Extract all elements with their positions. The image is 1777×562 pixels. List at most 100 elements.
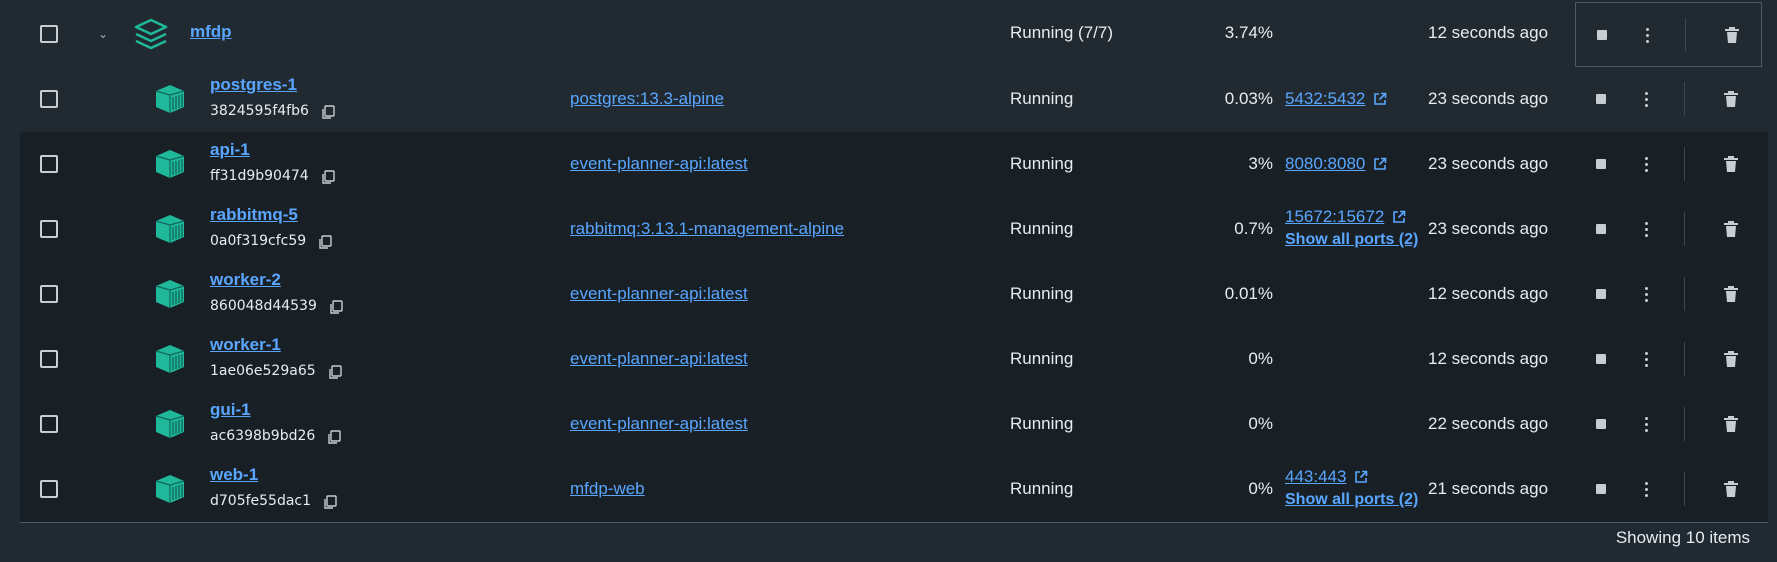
group-actions xyxy=(1575,2,1762,67)
containers-table: ⌄ mfdp Running (7/7) 3.74% 12 seconds ag… xyxy=(20,2,1768,523)
image-link[interactable]: event-planner-api:latest xyxy=(570,414,748,434)
container-status: Running xyxy=(1010,284,1074,303)
stop-icon[interactable] xyxy=(1596,94,1606,104)
row-select-checkbox[interactable] xyxy=(40,285,58,303)
show-all-ports-link[interactable]: Show all ports (2) xyxy=(1285,491,1418,509)
copy-icon[interactable] xyxy=(323,495,337,509)
row-actions xyxy=(1575,327,1762,392)
image-link[interactable]: mfdp-web xyxy=(570,479,645,499)
divider xyxy=(1685,18,1686,52)
image-link[interactable]: postgres:13.3-alpine xyxy=(570,89,724,109)
container-name-link[interactable]: worker-2 xyxy=(210,270,281,290)
container-name-link[interactable]: worker-1 xyxy=(210,335,281,355)
group-status: Running (7/7) xyxy=(1010,23,1114,42)
container-box-icon xyxy=(155,345,185,373)
stop-icon[interactable] xyxy=(1596,419,1606,429)
stop-icon[interactable] xyxy=(1596,289,1606,299)
container-row[interactable]: worker-1 1ae06e529a65 event-planner-api:la… xyxy=(20,327,1768,392)
container-name-link[interactable]: api-1 xyxy=(210,140,250,160)
stop-icon[interactable] xyxy=(1597,30,1607,40)
kebab-icon[interactable] xyxy=(1645,157,1649,173)
cpu-usage: 0% xyxy=(1248,479,1273,498)
image-link[interactable]: event-planner-api:latest xyxy=(570,284,748,304)
copy-icon[interactable] xyxy=(329,300,343,314)
container-box-icon xyxy=(155,85,185,113)
trash-icon[interactable] xyxy=(1724,481,1738,497)
external-link-icon[interactable] xyxy=(1354,470,1368,484)
row-select-checkbox[interactable] xyxy=(40,480,58,498)
kebab-icon[interactable] xyxy=(1645,417,1649,433)
container-row[interactable]: worker-2 860048d44539 event-planner-api:la… xyxy=(20,262,1768,327)
container-row[interactable]: postgres-1 3824595f4fb6 postgres:13.3-alpi… xyxy=(20,67,1768,132)
kebab-icon[interactable] xyxy=(1645,222,1649,238)
kebab-icon[interactable] xyxy=(1645,287,1649,303)
external-link-icon[interactable] xyxy=(1373,92,1387,106)
container-box-icon xyxy=(155,150,185,178)
container-status: Running xyxy=(1010,479,1074,498)
kebab-icon[interactable] xyxy=(1646,28,1650,44)
port-link[interactable]: 8080:8080 xyxy=(1285,154,1365,174)
trash-icon[interactable] xyxy=(1724,351,1738,367)
cpu-usage: 0% xyxy=(1248,349,1273,368)
divider xyxy=(1684,277,1685,311)
container-row[interactable]: web-1 d705fe55dac1 mfdp-web Running 0% 443:44… xyxy=(20,457,1768,522)
container-row[interactable]: rabbitmq-5 0a0f319cfc59 rabbitmq:3.13.1-ma… xyxy=(20,197,1768,262)
divider xyxy=(1684,472,1685,506)
trash-icon[interactable] xyxy=(1724,221,1738,237)
stop-icon[interactable] xyxy=(1596,224,1606,234)
stop-icon[interactable] xyxy=(1596,354,1606,364)
group-name[interactable]: mfdp xyxy=(190,22,232,42)
port-link[interactable]: 15672:15672 xyxy=(1285,207,1384,227)
group-row-mfdp[interactable]: ⌄ mfdp Running (7/7) 3.74% 12 seconds ag… xyxy=(20,2,1768,67)
row-select-checkbox[interactable] xyxy=(40,350,58,368)
container-id: 3824595f4fb6 xyxy=(210,103,309,119)
kebab-icon[interactable] xyxy=(1645,482,1649,498)
row-select-checkbox[interactable] xyxy=(40,155,58,173)
group-select-checkbox[interactable] xyxy=(40,25,58,43)
container-box-icon xyxy=(155,475,185,503)
container-row[interactable]: api-1 ff31d9b90474 event-planner-api:lates… xyxy=(20,132,1768,197)
kebab-icon[interactable] xyxy=(1645,92,1649,108)
container-box-icon xyxy=(155,410,185,438)
stop-icon[interactable] xyxy=(1596,159,1606,169)
copy-icon[interactable] xyxy=(321,170,335,184)
container-name-link[interactable]: web-1 xyxy=(210,465,258,485)
chevron-down-icon[interactable]: ⌄ xyxy=(96,27,110,41)
trash-icon[interactable] xyxy=(1724,156,1738,172)
last-started: 12 seconds ago xyxy=(1428,284,1549,303)
port-link[interactable]: 5432:5432 xyxy=(1285,89,1365,109)
copy-icon[interactable] xyxy=(328,365,342,379)
divider xyxy=(1684,407,1685,441)
container-status: Running xyxy=(1010,414,1074,433)
image-link[interactable]: event-planner-api:latest xyxy=(570,349,748,369)
last-started: 23 seconds ago xyxy=(1428,89,1549,108)
group-last-started: 12 seconds ago xyxy=(1428,23,1549,42)
external-link-icon[interactable] xyxy=(1392,210,1406,224)
copy-icon[interactable] xyxy=(321,105,335,119)
container-name-link[interactable]: gui-1 xyxy=(210,400,251,420)
container-name-link[interactable]: rabbitmq-5 xyxy=(210,205,298,225)
copy-icon[interactable] xyxy=(318,235,332,249)
row-select-checkbox[interactable] xyxy=(40,415,58,433)
external-link-icon[interactable] xyxy=(1373,157,1387,171)
trash-icon[interactable] xyxy=(1724,286,1738,302)
cpu-usage: 0.7% xyxy=(1234,219,1273,238)
trash-icon[interactable] xyxy=(1724,416,1738,432)
stop-icon[interactable] xyxy=(1596,484,1606,494)
row-select-checkbox[interactable] xyxy=(40,220,58,238)
image-link[interactable]: event-planner-api:latest xyxy=(570,154,748,174)
row-select-checkbox[interactable] xyxy=(40,90,58,108)
copy-icon[interactable] xyxy=(327,430,341,444)
stack-layers-icon xyxy=(134,18,168,50)
show-all-ports-link[interactable]: Show all ports (2) xyxy=(1285,231,1418,249)
trash-icon[interactable] xyxy=(1725,27,1739,43)
container-name-link[interactable]: postgres-1 xyxy=(210,75,297,95)
port-link[interactable]: 443:443 xyxy=(1285,467,1346,487)
image-link[interactable]: rabbitmq:3.13.1-management-alpine xyxy=(570,219,844,239)
trash-icon[interactable] xyxy=(1724,91,1738,107)
container-row[interactable]: gui-1 ac6398b9bd26 event-planner-api:lates… xyxy=(20,392,1768,457)
row-actions xyxy=(1575,67,1762,132)
container-status: Running xyxy=(1010,219,1074,238)
kebab-icon[interactable] xyxy=(1645,352,1649,368)
container-id: ff31d9b90474 xyxy=(210,168,309,184)
